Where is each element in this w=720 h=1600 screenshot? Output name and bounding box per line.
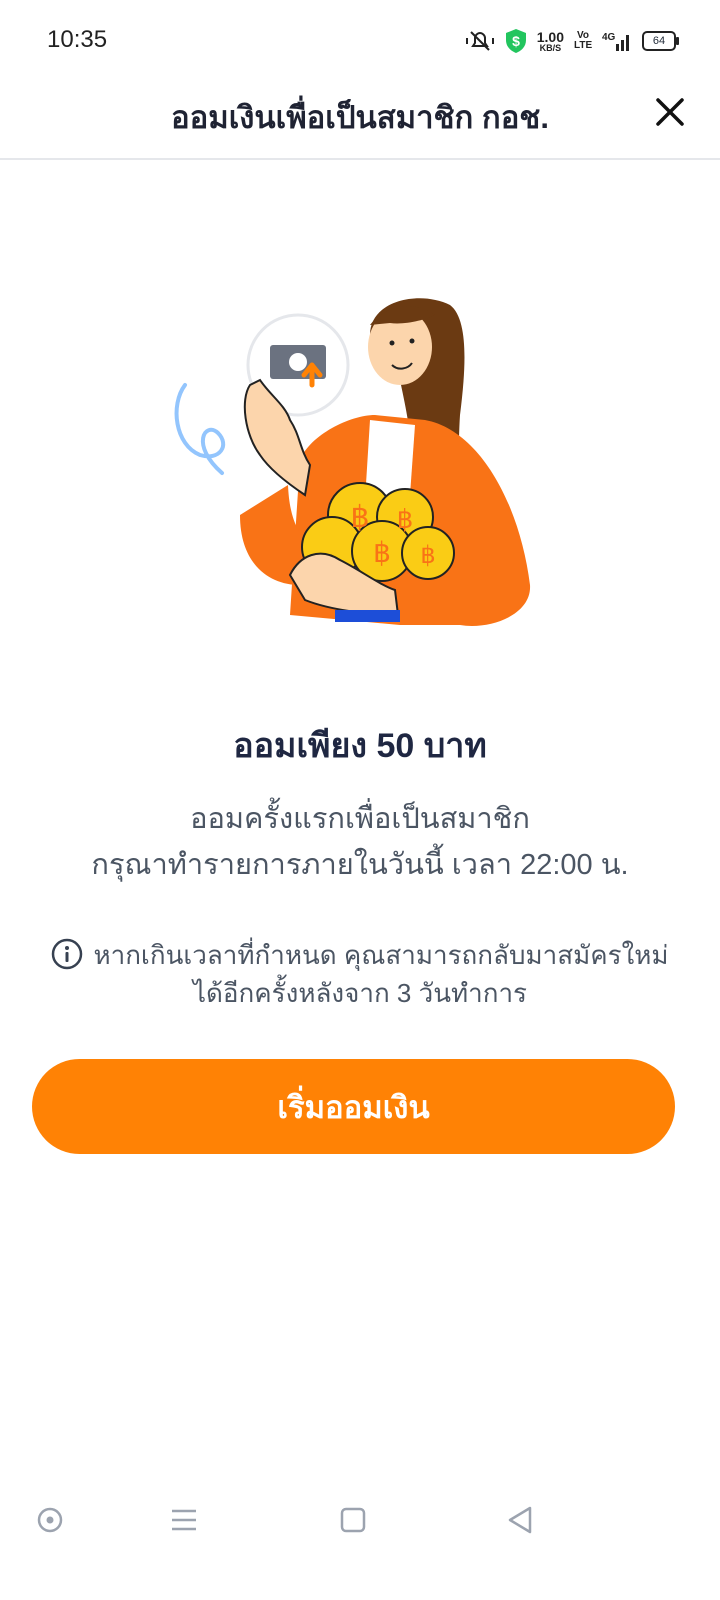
- description-line-2: กรุณาทำรายการภายในวันนี้ เวลา 22:00 น.: [91, 849, 629, 881]
- svg-text:฿: ฿: [420, 541, 435, 569]
- network-speed: 1.00 KB/S: [536, 28, 564, 53]
- info-icon: [52, 938, 83, 970]
- volte-indicator: Vo LTE: [574, 30, 593, 51]
- menu-icon: [172, 1509, 196, 1531]
- svg-text:฿: ฿: [397, 505, 414, 535]
- app-header: ออมเงินเพื่อเป็นสมาชิก กอช.: [0, 80, 720, 160]
- svg-text:฿: ฿: [373, 536, 391, 569]
- circle-dot-icon: [37, 1507, 63, 1533]
- mute-vibrate-icon: [465, 31, 494, 51]
- svg-text:฿: ฿: [350, 500, 369, 535]
- woman-holding-coins-illustration: ฿ ฿ ฿ ฿: [174, 298, 531, 626]
- square-icon: [340, 1507, 366, 1533]
- battery-indicator: 64: [642, 31, 679, 51]
- close-icon: [656, 98, 684, 126]
- status-time: 10:35: [47, 26, 108, 53]
- headline: ออมเพียง 50 บาท: [233, 727, 487, 765]
- description-line-1: ออมครั้งแรกเพื่อเป็นสมาชิก: [190, 803, 530, 835]
- description: ออมครั้งแรกเพื่อเป็นสมาชิก กรุณาทำรายการ…: [40, 796, 680, 888]
- back-nav-button[interactable]: [500, 1500, 540, 1540]
- start-saving-button[interactable]: เริ่มออมเงิน: [32, 1059, 675, 1154]
- note-line-2: ได้อีกครั้งหลังจาก 3 วันทำการ: [192, 978, 528, 1008]
- svg-text:4G: 4G: [602, 32, 616, 43]
- shield-dollar-icon: $: [505, 29, 526, 53]
- info-note: หากเกินเวลาที่กำหนด คุณสามารถกลับมาสมัคร…: [44, 936, 676, 1012]
- status-icons: $ 1.00 KB/S Vo LTE 4G 64: [465, 28, 679, 54]
- menu-nav-button[interactable]: [164, 1500, 204, 1540]
- svg-text:$: $: [512, 33, 520, 49]
- page-title: ออมเงินเพื่อเป็นสมาชิก กอช.: [171, 100, 549, 135]
- note-line-1: หากเกินเวลาที่กำหนด คุณสามารถกลับมาสมัคร…: [93, 940, 669, 970]
- system-nav-bar: [0, 1490, 720, 1560]
- home-nav-button[interactable]: [333, 1500, 373, 1540]
- back-triangle-icon: [508, 1506, 532, 1534]
- status-bar: 10:35 $ 1.00 KB/S Vo LTE 4G 64: [0, 0, 720, 80]
- assistant-nav-button[interactable]: [30, 1500, 70, 1540]
- signal-icon: 4G: [602, 32, 629, 51]
- close-button[interactable]: [650, 92, 690, 132]
